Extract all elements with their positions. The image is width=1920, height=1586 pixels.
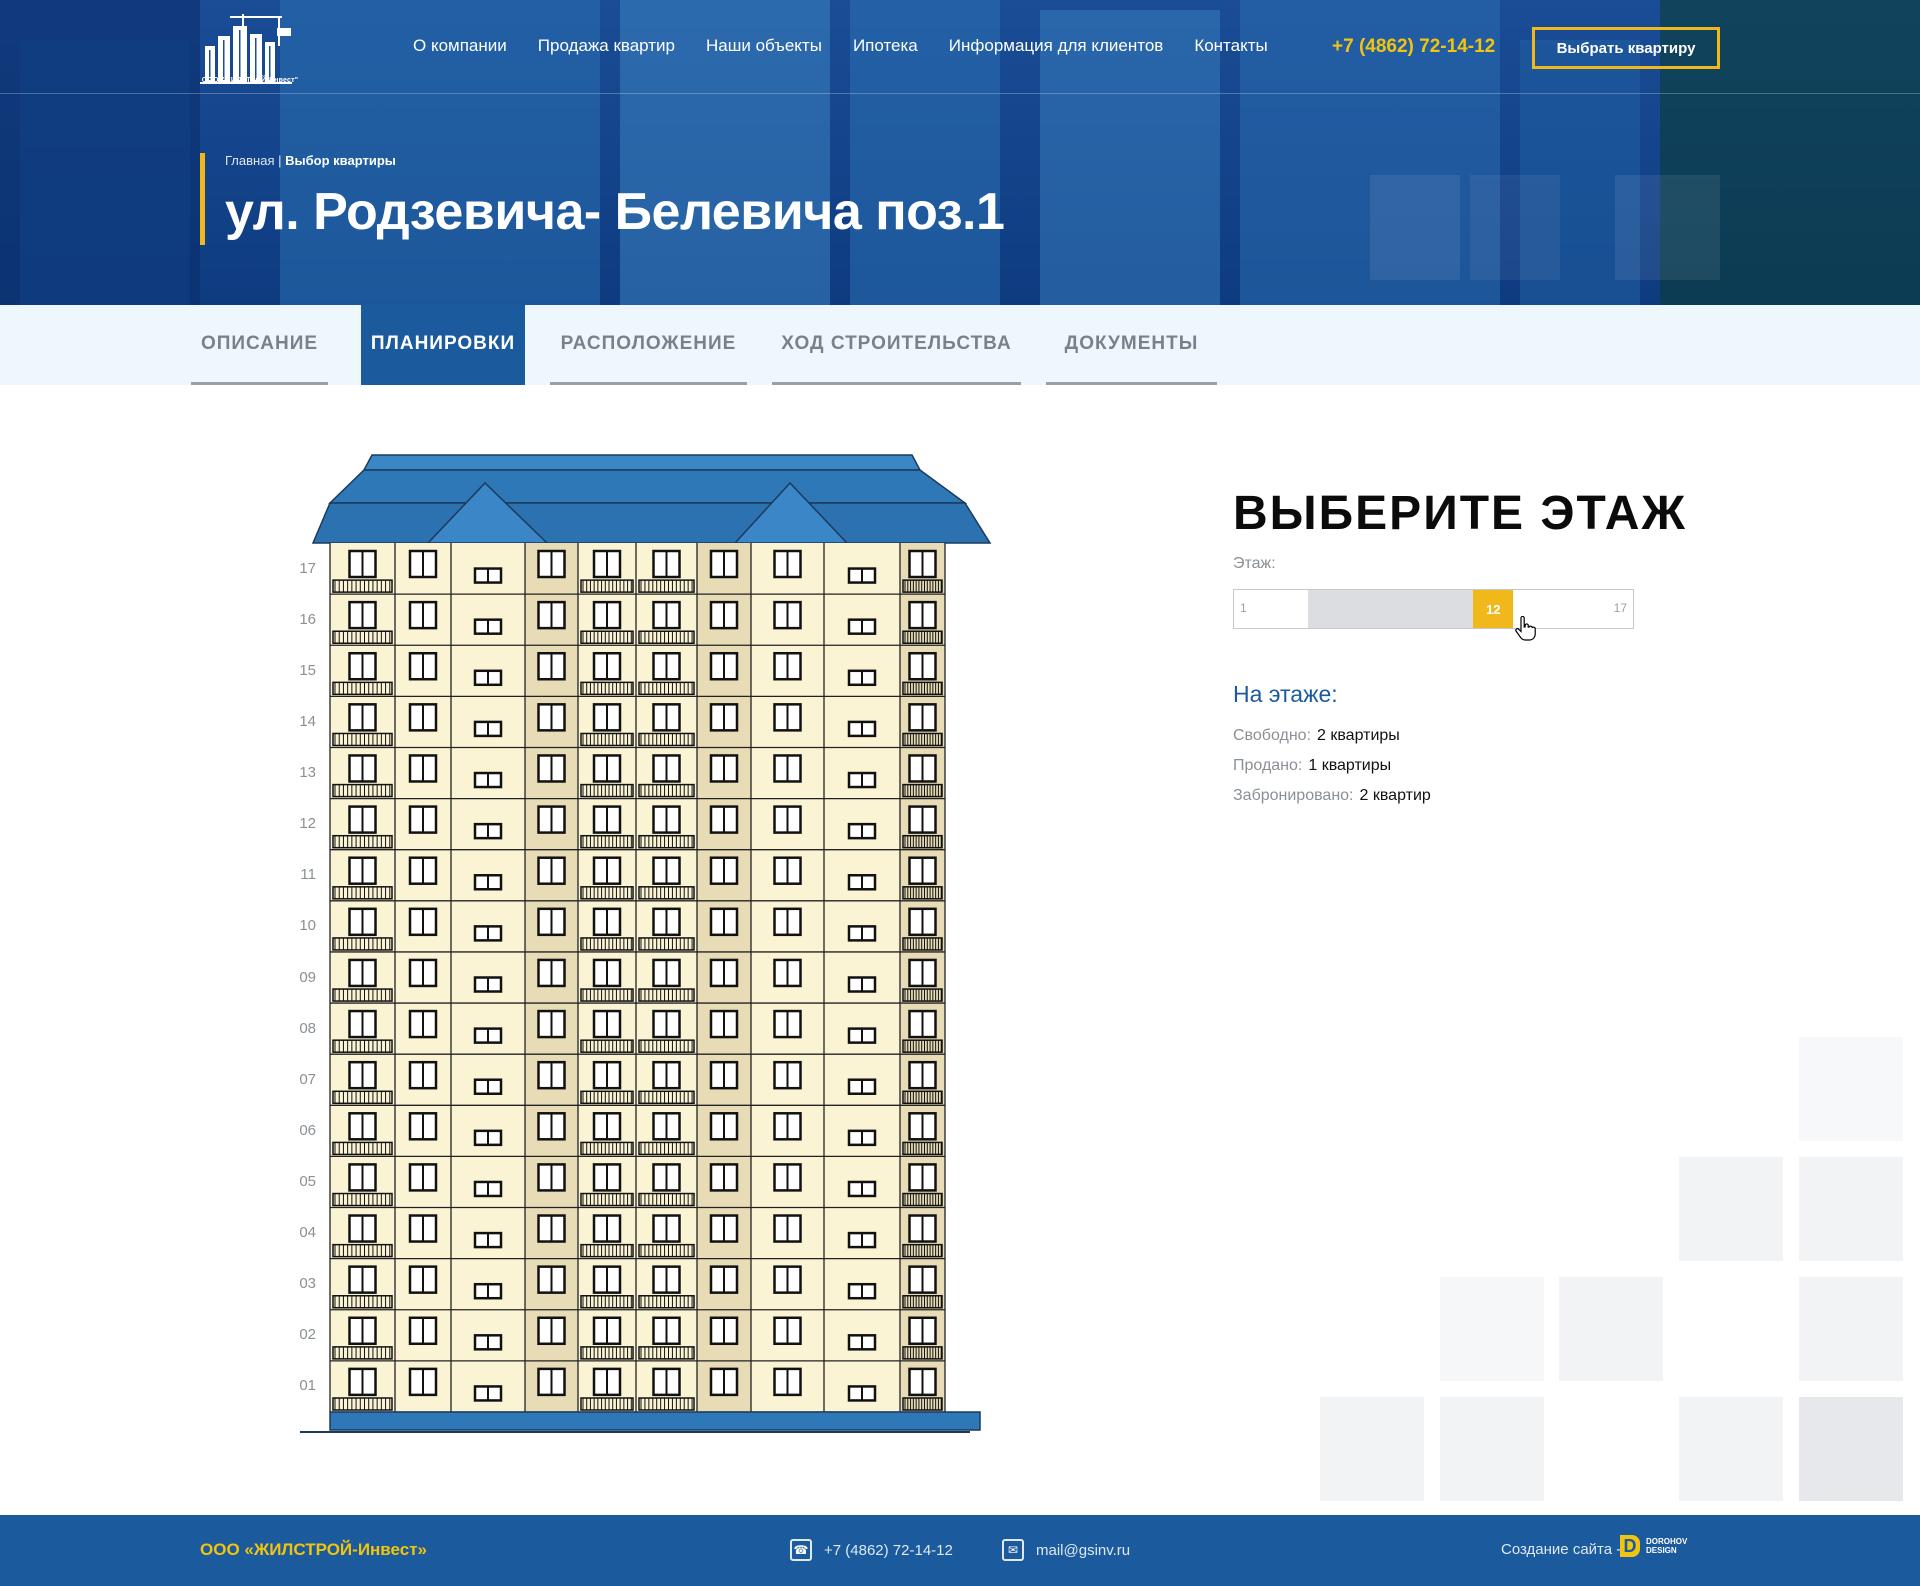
floor-label-05[interactable]: 05 <box>290 1173 316 1190</box>
slider-fill <box>1308 590 1474 628</box>
stat-free: Свободно: 2 квартиры <box>1233 727 1400 745</box>
roof-eave <box>311 502 992 544</box>
stat-reserved-value: 2 квартир <box>1359 787 1431 804</box>
footer-email-text[interactable]: mail@gsinv.ru <box>1036 1542 1130 1559</box>
mail-icon: ✉ <box>1002 1539 1024 1561</box>
page-title: ул. Родзевича- Белевича поз.1 <box>225 183 1005 241</box>
title-accent-bar <box>200 153 205 245</box>
stat-free-label: Свободно: <box>1233 727 1311 744</box>
footer-phone[interactable]: ☎ +7 (4862) 72-14-12 <box>790 1539 953 1561</box>
roof-slope <box>328 469 968 504</box>
stat-sold-value: 1 квартиры <box>1308 757 1392 774</box>
nav-mortgage[interactable]: Ипотека <box>853 36 918 56</box>
nav-contacts[interactable]: Контакты <box>1194 36 1267 56</box>
stat-free-value: 2 квартиры <box>1317 727 1400 744</box>
decor-square <box>1679 1397 1783 1501</box>
decor-square <box>1320 1397 1424 1501</box>
decor-square <box>1799 1157 1903 1261</box>
header-divider <box>0 93 1920 94</box>
hero-banner: ООО "ЖИЛСТРОЙ-Инвест" О компании Продажа… <box>0 0 1920 305</box>
decor-square <box>1440 1397 1544 1501</box>
stat-sold: Продано: 1 квартиры <box>1233 757 1391 775</box>
floor-label-03[interactable]: 03 <box>290 1275 316 1292</box>
header-phone[interactable]: +7 (4862) 72-14-12 <box>1332 36 1495 58</box>
nav-sales[interactable]: Продажа квартир <box>538 36 675 56</box>
floor-label-11[interactable]: 11 <box>290 866 316 883</box>
footer-company: ООО «ЖИЛСТРОЙ-Инвест» <box>200 1540 427 1559</box>
floor-label-02[interactable]: 02 <box>290 1326 316 1343</box>
floor-label-01[interactable]: 01 <box>290 1377 316 1394</box>
tab-layouts[interactable]: ПЛАНИРОВКИ <box>361 305 525 385</box>
nav-objects[interactable]: Наши объекты <box>706 36 822 56</box>
nav-client-info[interactable]: Информация для клиентов <box>949 36 1164 56</box>
decor-square <box>1440 1277 1544 1381</box>
floor-slider[interactable]: 1 17 12 <box>1233 589 1634 629</box>
floor-label-09[interactable]: 09 <box>290 969 316 986</box>
floor-label-14[interactable]: 14 <box>290 713 316 730</box>
floor-picker-title: ВЫБЕРИТЕ ЭТАЖ <box>1233 487 1687 540</box>
logo-caption: ООО "ЖИЛСТРОЙ-Инвест" <box>201 77 299 84</box>
building-facade[interactable] <box>290 445 1010 1440</box>
footer-phone-text[interactable]: +7 (4862) 72-14-12 <box>824 1542 953 1559</box>
floor-label-06[interactable]: 06 <box>290 1122 316 1139</box>
site-footer: ООО «ЖИЛСТРОЙ-Инвест» ☎ +7 (4862) 72-14-… <box>0 1515 1920 1586</box>
footer-email[interactable]: ✉ mail@gsinv.ru <box>1002 1539 1130 1561</box>
decor-square <box>1799 1397 1903 1501</box>
section-tabs: ОПИСАНИЕ ПЛАНИРОВКИ РАСПОЛОЖЕНИЕ ХОД СТР… <box>0 305 1920 385</box>
slider-handle[interactable]: 12 <box>1473 590 1514 628</box>
studio-logo[interactable]: D DOROHOV DESIGN <box>1620 1535 1687 1557</box>
decor-square <box>1799 1037 1903 1141</box>
roof-top <box>362 454 922 471</box>
breadcrumb-current: Выбор квартиры <box>285 153 396 168</box>
studio-name: DOROHOV DESIGN <box>1646 1537 1687 1555</box>
tab-description[interactable]: ОПИСАНИЕ <box>191 305 328 385</box>
floor-label-08[interactable]: 08 <box>290 1020 316 1037</box>
floor-label-10[interactable]: 10 <box>290 917 316 934</box>
choose-apartment-button[interactable]: Выбрать квартиру <box>1532 27 1720 69</box>
on-floor-title: На этаже: <box>1233 681 1338 707</box>
main-nav: О компании Продажа квартир Наши объекты … <box>413 36 1299 56</box>
building-base <box>329 1411 981 1431</box>
decor-square <box>1559 1277 1663 1381</box>
floor-label-13[interactable]: 13 <box>290 764 316 781</box>
decor-square <box>1679 1157 1783 1261</box>
hand-pointer-icon <box>1515 616 1536 641</box>
breadcrumb-separator: | <box>278 153 282 168</box>
slider-min-label: 1 <box>1240 601 1247 615</box>
floor-label-15[interactable]: 15 <box>290 662 316 679</box>
floor-label-12[interactable]: 12 <box>290 815 316 832</box>
nav-about[interactable]: О компании <box>413 36 507 56</box>
facade-grid <box>329 543 946 1413</box>
d-logo-icon: D <box>1620 1535 1640 1557</box>
stat-sold-label: Продано: <box>1233 757 1303 774</box>
breadcrumb: Главная | Выбор квартиры <box>225 153 396 168</box>
studio-name-line1: DOROHOV <box>1646 1537 1688 1546</box>
floor-label-07[interactable]: 07 <box>290 1071 316 1088</box>
breadcrumb-home[interactable]: Главная <box>225 153 274 168</box>
studio-name-line2: DESIGN <box>1646 1546 1677 1555</box>
tab-location[interactable]: РАСПОЛОЖЕНИЕ <box>550 305 747 385</box>
footer-credit: Создание сайта - <box>1501 1541 1622 1558</box>
floor-label-16[interactable]: 16 <box>290 611 316 628</box>
stat-reserved: Забронировано: 2 квартир <box>1233 787 1431 805</box>
decor-square <box>1799 1277 1903 1381</box>
floor-label-17[interactable]: 17 <box>290 560 316 577</box>
slider-max-label: 17 <box>1613 601 1627 615</box>
phone-icon: ☎ <box>790 1539 812 1561</box>
stat-reserved-label: Забронировано: <box>1233 787 1354 804</box>
tab-construction-progress[interactable]: ХОД СТРОИТЕЛЬСТВА <box>772 305 1021 385</box>
floor-label-04[interactable]: 04 <box>290 1224 316 1241</box>
tab-documents[interactable]: ДОКУМЕНТЫ <box>1046 305 1217 385</box>
floor-caption: Этаж: <box>1233 555 1276 572</box>
